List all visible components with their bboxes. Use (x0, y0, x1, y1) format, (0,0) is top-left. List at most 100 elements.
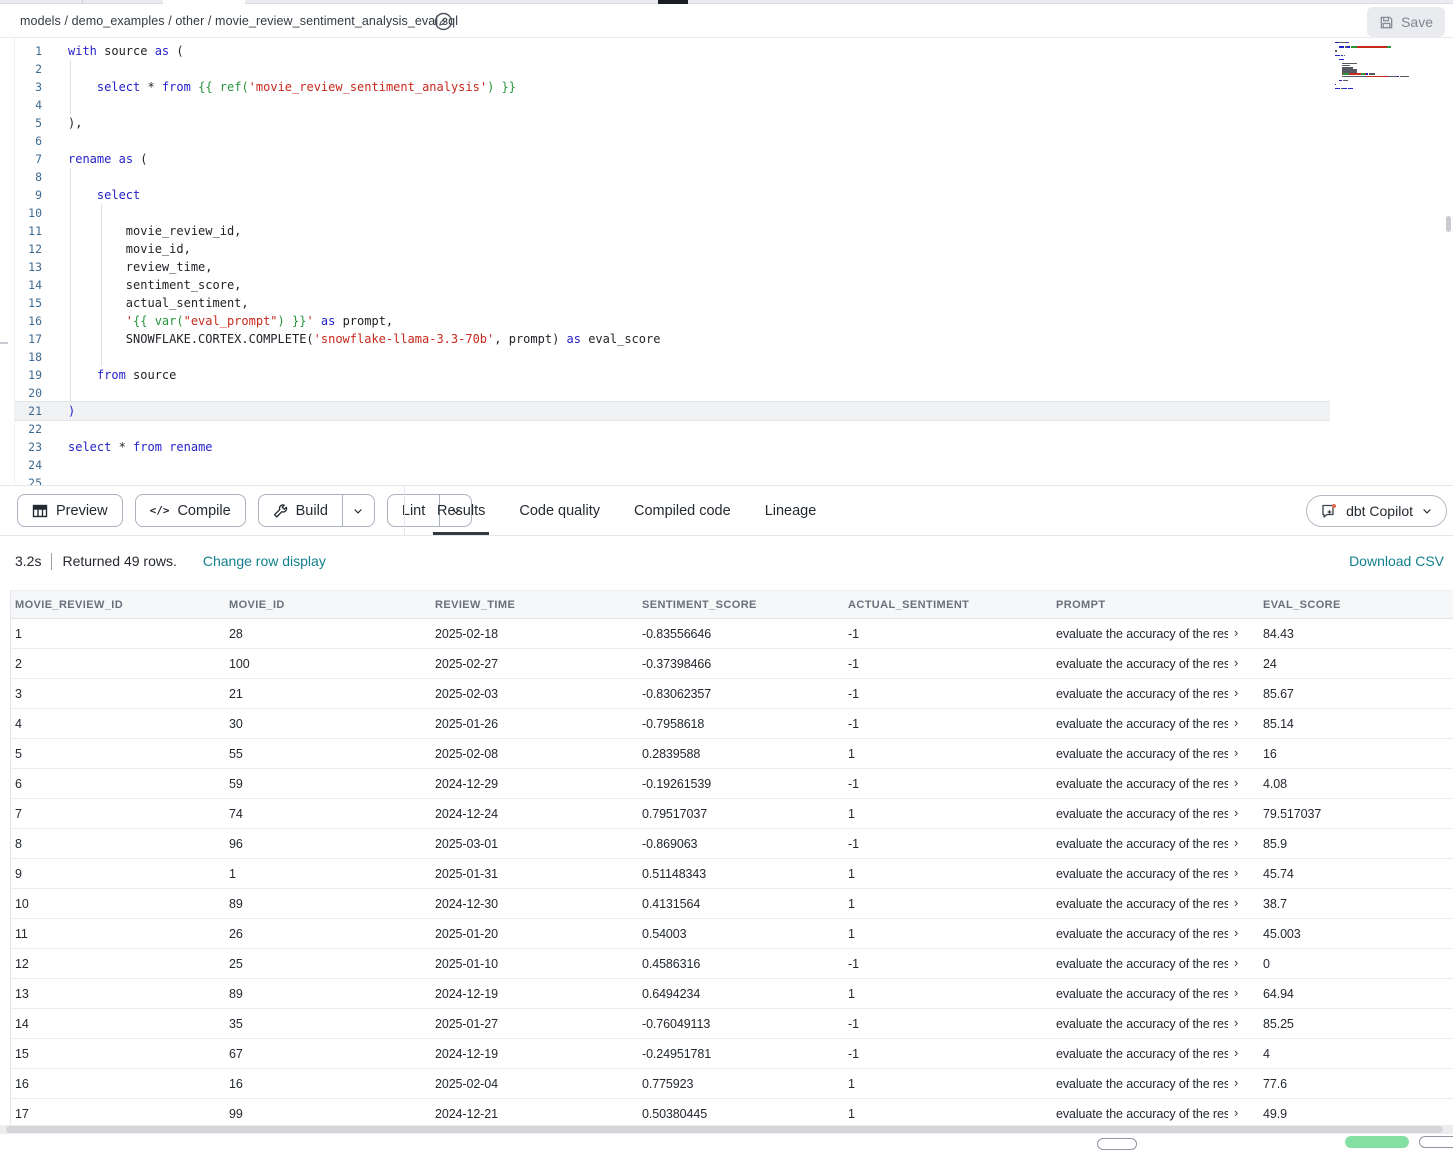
cell-eval_score: 4 (1259, 1039, 1453, 1068)
horizontal-scrollbar[interactable] (0, 1125, 1453, 1134)
line-number: 8 (0, 168, 42, 186)
code-line[interactable]: 15 actual_sentiment, (0, 294, 1453, 312)
minimap[interactable] (1335, 42, 1443, 98)
line-number: 13 (0, 258, 42, 276)
code-line[interactable]: 17 SNOWFLAKE.CORTEX.COMPLETE('snowflake-… (0, 330, 1453, 348)
expand-prompt-icon[interactable]: › (1234, 895, 1238, 910)
save-button[interactable]: Save (1367, 7, 1445, 37)
tab-lineage[interactable]: Lineage (751, 486, 831, 535)
column-header-movie_review_id[interactable]: MOVIE_REVIEW_ID (11, 591, 225, 618)
code-line[interactable]: 22 (0, 420, 1453, 438)
cell-movie_id: 100 (225, 649, 431, 678)
expand-prompt-icon[interactable]: › (1234, 715, 1238, 730)
expand-prompt-icon[interactable]: › (1234, 835, 1238, 850)
cell-prompt: evaluate the accuracy of the res… › (1052, 679, 1259, 708)
line-number: 25 (0, 474, 42, 485)
cell-actual_sentiment: -1 (844, 949, 1052, 978)
expand-prompt-icon[interactable]: › (1234, 625, 1238, 640)
table-row: 7742024-12-240.795170371evaluate the acc… (11, 799, 1453, 829)
code-line[interactable]: 7rename as ( (0, 150, 1453, 168)
change-row-display-link[interactable]: Change row display (203, 553, 326, 569)
expand-prompt-icon[interactable]: › (1234, 745, 1238, 760)
cell-prompt: evaluate the accuracy of the res…› (1052, 739, 1259, 768)
expand-prompt-icon[interactable]: › (1234, 955, 1238, 970)
panel-resize-handle[interactable] (0, 342, 8, 344)
expand-prompt-icon[interactable]: › (1234, 1105, 1238, 1120)
code-line[interactable]: 20 (0, 384, 1453, 402)
cell-movie_review_id: 4 (11, 709, 225, 738)
horizontal-scrollbar-thumb[interactable] (6, 1126, 1443, 1133)
build-dropdown-chevron[interactable] (342, 495, 374, 526)
cell-sentiment_score: 0.2839588 (638, 739, 844, 768)
cell-actual_sentiment: 1 (844, 859, 1052, 888)
column-header-review_time[interactable]: REVIEW_TIME (431, 591, 638, 618)
expand-prompt-icon[interactable]: › (1234, 775, 1238, 790)
preview-button[interactable]: Preview (17, 494, 123, 527)
cell-sentiment_score: -0.19261539 (638, 769, 844, 798)
expand-prompt-icon[interactable]: › (1234, 655, 1238, 670)
expand-prompt-icon[interactable]: › (1234, 1045, 1238, 1060)
tab-results[interactable]: Results (423, 486, 499, 535)
editor-vertical-scrollbar[interactable] (1446, 216, 1451, 232)
code-line[interactable]: 18 (0, 348, 1453, 366)
tab-code-quality[interactable]: Code quality (505, 486, 614, 535)
code-line[interactable]: 4 (0, 96, 1453, 114)
expand-prompt-icon[interactable]: › (1234, 685, 1238, 700)
code-line[interactable]: 3 select * from {{ ref('movie_review_sen… (0, 78, 1453, 96)
column-header-prompt[interactable]: PROMPT (1052, 591, 1259, 618)
wrench-icon (273, 503, 288, 518)
prompt-preview-text: evaluate the accuracy of the res… (1056, 687, 1228, 701)
code-line[interactable]: 13 review_time, (0, 258, 1453, 276)
table-row: 912025-01-310.511483431evaluate the accu… (11, 859, 1453, 889)
code-line[interactable]: 14 sentiment_score, (0, 276, 1453, 294)
line-number: 12 (0, 240, 42, 258)
code-line[interactable]: 23select * from rename (0, 438, 1453, 456)
column-header-sentiment_score[interactable]: SENTIMENT_SCORE (638, 591, 844, 618)
compile-button[interactable]: </> Compile (135, 494, 246, 527)
column-header-movie_id[interactable]: MOVIE_ID (225, 591, 431, 618)
expand-prompt-icon[interactable]: › (1234, 1015, 1238, 1030)
code-editor[interactable]: 1with source as (23 select * from {{ ref… (0, 38, 1453, 485)
column-header-eval_score[interactable]: EVAL_SCORE (1259, 591, 1453, 618)
cell-movie_review_id: 14 (11, 1009, 225, 1038)
code-line[interactable]: 10 (0, 204, 1453, 222)
cell-sentiment_score: -0.37398466 (638, 649, 844, 678)
expand-prompt-icon[interactable]: › (1234, 1075, 1238, 1090)
code-line[interactable]: 5), (0, 114, 1453, 132)
bottom-cut-button[interactable] (1097, 1138, 1137, 1150)
column-header-actual_sentiment[interactable]: ACTUAL_SENTIMENT (844, 591, 1052, 618)
expand-prompt-icon[interactable]: › (1234, 925, 1238, 940)
cell-prompt: evaluate the accuracy of the res…› (1052, 649, 1259, 678)
code-line[interactable]: 16 '{{ var("eval_prompt") }}' as prompt, (0, 312, 1453, 330)
code-line[interactable]: 9 select (0, 186, 1453, 204)
cell-sentiment_score: 0.4586316 (638, 949, 844, 978)
code-line[interactable]: 1with source as ( (0, 42, 1453, 60)
code-line[interactable]: 8 (0, 168, 1453, 186)
code-line[interactable]: 19 from source (0, 366, 1453, 384)
expand-prompt-icon[interactable]: › (1234, 865, 1238, 880)
code-line[interactable]: 24 (0, 456, 1453, 474)
breadcrumb[interactable]: models / demo_examples / other / movie_r… (20, 4, 458, 38)
code-line[interactable]: 12 movie_id, (0, 240, 1453, 258)
tab-compiled-code[interactable]: Compiled code (620, 486, 745, 535)
expand-prompt-icon[interactable]: › (1234, 985, 1238, 1000)
cell-movie_id: 99 (225, 1099, 431, 1125)
line-number: 14 (0, 276, 42, 294)
expand-prompt-icon[interactable]: › (1234, 805, 1238, 820)
line-number: 20 (0, 384, 42, 402)
line-number: 21 (0, 402, 42, 420)
code-line[interactable]: 6 (0, 132, 1453, 150)
table-row: 4302025-01-26-0.7958618-1evaluate the ac… (11, 709, 1453, 739)
build-button[interactable]: Build (258, 494, 375, 527)
code-line[interactable]: 21) (0, 402, 1453, 420)
download-csv-link[interactable]: Download CSV (1349, 553, 1444, 569)
code-line[interactable]: 11 movie_review_id, (0, 222, 1453, 240)
bottom-cut-green-button[interactable] (1345, 1136, 1409, 1148)
code-line[interactable]: 25 (0, 474, 1453, 485)
code-line[interactable]: 2 (0, 60, 1453, 78)
cell-review_time: 2024-12-29 (431, 769, 638, 798)
dbt-copilot-button[interactable]: dbt Copilot (1306, 495, 1447, 527)
query-duration: 3.2s (15, 553, 41, 569)
bottom-cut-outline-button[interactable] (1419, 1136, 1453, 1148)
prompt-preview-text: evaluate the accuracy of the res… (1056, 1077, 1228, 1091)
